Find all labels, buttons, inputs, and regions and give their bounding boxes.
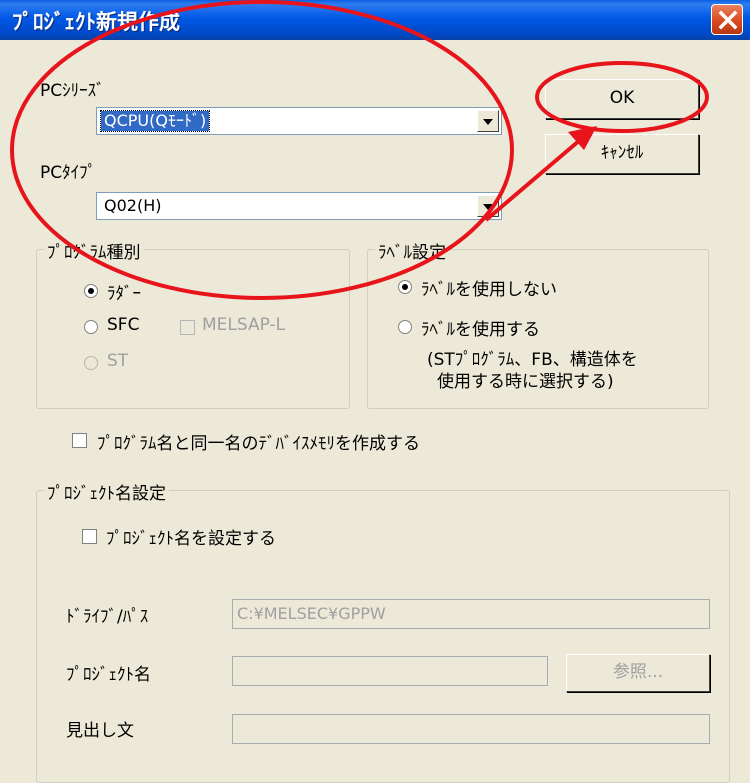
ok-button[interactable]: OK [545, 79, 699, 119]
pc-type-value: Q02(H) [104, 196, 162, 215]
browse-button[interactable]: 参照... [566, 654, 710, 692]
title-bar: ﾌﾟﾛｼﾞｪｸﾄ新規作成 [0, 0, 750, 40]
device-memory-checkbox[interactable] [72, 433, 87, 448]
pc-series-label: PCｼﾘｰｽﾞ [40, 81, 105, 101]
dialog-title: ﾌﾟﾛｼﾞｪｸﾄ新規作成 [12, 10, 180, 34]
project-name-label: ﾌﾟﾛｼﾞｪｸﾄ名 [66, 665, 151, 685]
ladder-label: ﾗﾀﾞｰ [107, 284, 141, 304]
close-icon [718, 10, 738, 30]
no-label-radio[interactable] [398, 280, 412, 294]
pc-series-value: QCPU(Qﾓｰﾄﾞ) [99, 110, 211, 132]
heading-field[interactable] [232, 714, 710, 744]
dialog-body: PCｼﾘｰｽﾞ QCPU(Qﾓｰﾄﾞ) PCﾀｲﾌﾟ Q02(H) OK ｷｬﾝ… [0, 40, 750, 783]
label-note-line2: 使用する時に選択する) [437, 372, 614, 392]
sfc-label: SFC [107, 315, 140, 335]
program-type-title: ﾌﾟﾛｸﾞﾗﾑ種別 [44, 238, 144, 263]
chevron-down-icon[interactable] [477, 110, 499, 132]
drive-path-value: C:¥MELSEC¥GPPW [237, 604, 386, 623]
use-label-radio[interactable] [398, 320, 412, 334]
drive-path-field[interactable]: C:¥MELSEC¥GPPW [232, 599, 710, 629]
pc-type-label: PCﾀｲﾌﾟ [40, 163, 97, 183]
pc-type-select[interactable]: Q02(H) [96, 192, 502, 220]
label-setting-title: ﾗﾍﾞﾙ設定 [375, 238, 449, 263]
device-memory-label: ﾌﾟﾛｸﾞﾗﾑ名と同一名のﾃﾞﾊﾞｲｽﾒﾓﾘを作成する [97, 434, 420, 454]
st-radio[interactable] [84, 356, 98, 370]
pc-series-select[interactable]: QCPU(Qﾓｰﾄﾞ) [96, 107, 502, 135]
drive-path-label: ﾄﾞﾗｲﾌﾞ/ﾊﾟｽ [66, 607, 149, 627]
ladder-radio[interactable] [84, 284, 98, 298]
use-label-text: ﾗﾍﾞﾙを使用する [421, 320, 540, 340]
melsap-label: MELSAP-L [202, 315, 286, 335]
cancel-button[interactable]: ｷｬﾝｾﾙ [545, 134, 699, 174]
chevron-down-icon[interactable] [477, 195, 499, 217]
sfc-radio[interactable] [84, 320, 98, 334]
set-project-name-label: ﾌﾟﾛｼﾞｪｸﾄ名を設定する [106, 529, 276, 549]
close-button[interactable] [711, 4, 743, 35]
st-label: ST [107, 351, 129, 371]
no-label-text: ﾗﾍﾞﾙを使用しない [421, 280, 557, 300]
heading-label: 見出し文 [66, 721, 134, 741]
project-name-group-title: ﾌﾟﾛｼﾞｪｸﾄ名設定 [44, 479, 169, 504]
set-project-name-checkbox[interactable] [82, 529, 97, 544]
project-name-field[interactable] [232, 656, 548, 686]
melsap-checkbox[interactable] [180, 320, 195, 335]
